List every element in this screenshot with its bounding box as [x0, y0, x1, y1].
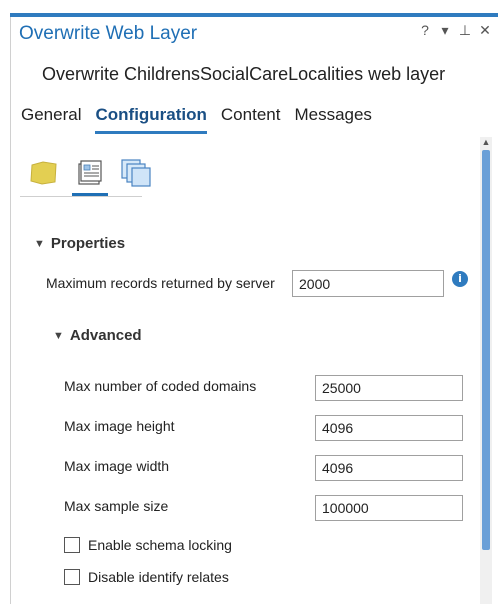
properties-icon[interactable]	[72, 155, 108, 196]
dropdown-icon[interactable]: ▾	[438, 22, 452, 39]
pin-icon[interactable]: ⊥	[458, 22, 472, 39]
max-sample-size-label: Max sample size	[64, 498, 169, 514]
disable-identify-relates-row[interactable]: Disable identify relates	[64, 569, 229, 585]
tab-bar: General Configuration Content Messages	[21, 105, 372, 134]
enable-schema-locking-label: Enable schema locking	[88, 537, 232, 553]
scrollbar-thumb[interactable]	[482, 150, 490, 550]
scroll-up-icon[interactable]: ▲	[480, 137, 492, 149]
tab-general[interactable]: General	[21, 105, 81, 134]
max-coded-domains-input[interactable]	[315, 375, 463, 401]
enable-schema-locking-row[interactable]: Enable schema locking	[64, 537, 232, 553]
enable-schema-locking-checkbox[interactable]	[64, 537, 80, 553]
max-image-width-input[interactable]	[315, 455, 463, 481]
disable-identify-relates-checkbox[interactable]	[64, 569, 80, 585]
disable-identify-relates-label: Disable identify relates	[88, 569, 229, 585]
help-icon[interactable]: ?	[418, 22, 432, 39]
properties-header: Properties	[50, 235, 126, 252]
close-icon[interactable]: ✕	[478, 22, 492, 39]
icon-row-divider	[20, 196, 142, 197]
advanced-section-toggle[interactable]: ▼ Advanced	[53, 327, 142, 344]
max-image-width-label: Max image width	[64, 458, 170, 474]
max-image-height-input[interactable]	[315, 415, 463, 441]
max-sample-size-input[interactable]	[315, 495, 463, 521]
max-coded-domains-label: Max number of coded domains	[64, 378, 257, 394]
tab-configuration[interactable]: Configuration	[95, 105, 207, 134]
chevron-down-icon: ▼	[53, 329, 64, 342]
window-controls: ? ▾ ⊥ ✕	[418, 22, 492, 39]
tab-content[interactable]: Content	[221, 105, 281, 134]
copy-pages-icon[interactable]	[118, 155, 154, 191]
tool-subtitle: Overwrite ChildrensSocialCareLocalities …	[42, 64, 446, 84]
config-icon-row	[26, 155, 154, 196]
chevron-down-icon: ▼	[34, 237, 45, 250]
top-strip	[0, 0, 498, 13]
map-layer-icon[interactable]	[26, 155, 62, 191]
max-image-height-label: Max image height	[64, 418, 175, 434]
max-records-label: Maximum records returned by server	[46, 275, 275, 291]
info-icon[interactable]: i	[452, 271, 468, 287]
advanced-header: Advanced	[69, 327, 142, 344]
properties-section-toggle[interactable]: ▼ Properties	[34, 235, 125, 252]
pane-title: Overwrite Web Layer	[19, 23, 198, 44]
tab-messages[interactable]: Messages	[294, 105, 371, 134]
max-records-input[interactable]	[292, 270, 444, 297]
